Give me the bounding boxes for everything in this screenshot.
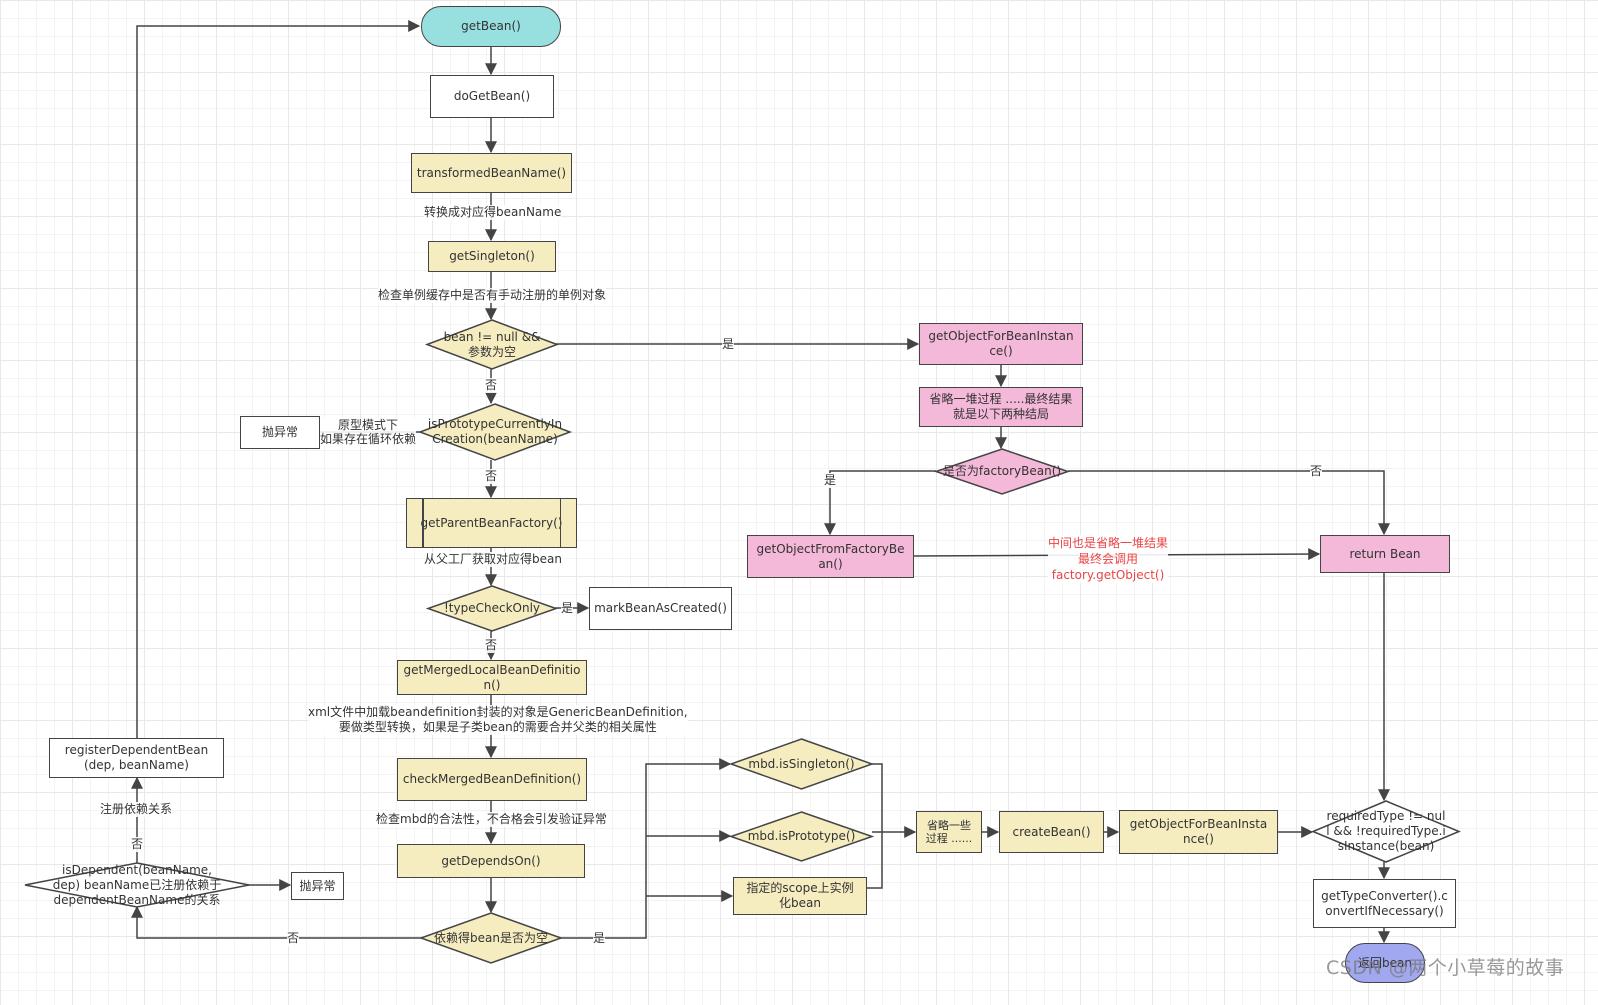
label-to-bean-name: 转换成对应得beanName	[424, 205, 562, 220]
node-label: getDependsOn()	[441, 853, 541, 868]
label-yes-1: 是	[722, 337, 735, 352]
decision-label: 依赖得bean是否为空	[434, 930, 548, 945]
label-line: 最终会调用	[1078, 552, 1139, 566]
process-throw-exception-1[interactable]: 抛异常	[240, 416, 320, 449]
label-check-singleton-cache: 检查单例缓存中是否有手动注册的单例对象	[378, 288, 607, 303]
process-registerdependentbean[interactable]: registerDependentBean(dep, beanName)	[49, 738, 224, 778]
label-prototype-cycle: 原型模式下 如果存在循环依赖	[320, 418, 417, 446]
label-factory-yes: 是	[824, 473, 837, 488]
edge-singleton-merge	[872, 763, 883, 832]
node-label: 省略一些过程 ......	[925, 819, 973, 845]
label-check-mbd: 检查mbd的合法性，不合格会引发验证异常	[376, 812, 607, 827]
node-label: getSingleton()	[449, 249, 535, 263]
process-getobjectfromfactorybean[interactable]: getObjectFromFactoryBean()	[747, 535, 914, 578]
process-return-bean[interactable]: return Bean	[1320, 535, 1450, 573]
label-line: factory.getObject()	[1051, 568, 1165, 582]
subprocess-getparentbeanfactory[interactable]: getParentBeanFactory()	[406, 498, 577, 548]
label-no-1: 否	[485, 378, 498, 393]
decision-label: mbd.isSingleton()	[748, 756, 855, 771]
node-label: 省略一堆过程 .....最终结果就是以下两种结局	[929, 392, 1073, 421]
decision-label: bean != null && 参数为空	[443, 329, 541, 359]
node-label: getMergedLocalBeanDefinition()	[403, 662, 581, 692]
label-line: 如果存在循环依赖	[320, 432, 417, 446]
edge-factory-no	[1068, 470, 1390, 536]
decision-label: 是否为factoryBean()	[942, 464, 1062, 478]
label-is-dependent-no: 否	[131, 837, 144, 852]
process-getmergedlocalbeandefinition[interactable]: getMergedLocalBeanDefinition()	[397, 660, 587, 695]
process-throw-exception-2[interactable]: 抛异常	[291, 872, 344, 900]
process-dogetbean[interactable]: doGetBean()	[430, 75, 554, 118]
process-omit-some[interactable]: 省略一些过程 ......	[916, 811, 982, 853]
decision-mbd-is-singleton[interactable]: mbd.isSingleton()	[728, 738, 875, 790]
edge-depends-no	[131, 905, 422, 939]
node-label: checkMergedBeanDefinition()	[402, 772, 582, 786]
decision-label: !typeCheckOnly	[443, 601, 541, 615]
decision-required-type[interactable]: requiredType != null && !requiredType.is…	[1311, 800, 1461, 863]
node-label: getObjectForBeanInstance()	[1129, 817, 1268, 846]
label-line: 中间也是省略一堆结果	[1048, 536, 1169, 550]
node-label: getTypeConverter().convertIfNecessary()	[1321, 888, 1448, 918]
process-transformedbeanname[interactable]: transformedBeanName()	[411, 153, 572, 193]
decision-label: requiredType != null && !requiredType.is…	[1326, 809, 1446, 853]
label-register-relation: 注册依赖关系	[100, 802, 173, 817]
process-getdependson[interactable]: getDependsOn()	[397, 844, 585, 878]
node-label: markBeanAsCreated()	[594, 601, 727, 615]
label-no-3: 否	[485, 638, 498, 653]
label-depends-no: 否	[287, 931, 300, 946]
process-checkmergedbeandefinition[interactable]: checkMergedBeanDefinition()	[397, 758, 587, 801]
label-line: xml文件中加载beandefinition封装的对象是GenericBeanD…	[308, 705, 688, 719]
node-label: return Bean	[1349, 546, 1421, 561]
node-label: createBean()	[1012, 824, 1091, 839]
node-label: getObjectForBeanInstance()	[928, 329, 1074, 358]
node-label: 抛异常	[261, 425, 298, 439]
process-omit-pile[interactable]: 省略一堆过程 .....最终结果就是以下两种结局	[919, 387, 1083, 427]
node-label: doGetBean()	[453, 89, 531, 103]
decision-is-factory-bean[interactable]: 是否为factoryBean()	[933, 448, 1071, 495]
process-gettypeconverter[interactable]: getTypeConverter().convertIfNecessary()	[1313, 879, 1456, 928]
process-createbean[interactable]: createBean()	[999, 811, 1104, 853]
label-depends-yes: 是	[593, 931, 606, 946]
edge-register-getbean	[136, 20, 421, 738]
process-scope-instantiate[interactable]: 指定的scope上实例化bean	[733, 877, 867, 915]
node-label: getParentBeanFactory()	[420, 515, 563, 530]
watermark: CSDN @两个小草莓的故事	[1326, 957, 1565, 979]
label-line: 原型模式下	[338, 418, 399, 432]
node-label: getBean()	[461, 19, 521, 33]
decision-depends-empty[interactable]: 依赖得bean是否为空	[418, 912, 564, 964]
process-markbeanascreated[interactable]: markBeanAsCreated()	[589, 587, 732, 630]
node-label: registerDependentBean(dep, beanName)	[64, 743, 209, 772]
label-no-2: 否	[485, 469, 498, 484]
node-label: getObjectFromFactoryBean()	[756, 541, 905, 571]
label-merged-note: xml文件中加载beandefinition封装的对象是GenericBeanD…	[308, 705, 688, 735]
process-getobjectforbeaninstance-top[interactable]: getObjectForBeanInstance()	[919, 323, 1083, 365]
decision-bean-not-null[interactable]: bean != null && 参数为空	[424, 319, 560, 370]
decision-mbd-is-prototype[interactable]: mbd.isPrototype()	[728, 811, 875, 862]
decision-label: isDependent(beanName, dep) beanName已注册依赖…	[52, 862, 222, 907]
decision-prototype-in-creation[interactable]: isPrototypeCurrentlyInCreation(beanName)	[417, 403, 573, 461]
label-line: 要做类型转换，如果是子类bean的需要合并父类的相关属性	[338, 720, 657, 734]
edge-factory-yes	[824, 470, 936, 536]
label-yes-2: 是	[561, 601, 574, 616]
process-getsingleton[interactable]: getSingleton()	[428, 241, 556, 272]
decision-label: isPrototypeCurrentlyInCreation(beanName)	[427, 417, 563, 446]
label-factory-no: 否	[1310, 464, 1323, 479]
label-factory-note: 中间也是省略一堆结果 最终会调用 factory.getObject()	[1048, 535, 1169, 583]
node-label: transformedBeanName()	[416, 165, 567, 180]
decision-label: mbd.isPrototype()	[747, 829, 856, 843]
start-node-getbean[interactable]: getBean()	[421, 6, 561, 47]
node-label: 指定的scope上实例化bean	[746, 881, 854, 910]
process-getobjectforbeaninstance-bottom[interactable]: getObjectForBeanInstance()	[1119, 810, 1278, 854]
decision-is-dependent[interactable]: isDependent(beanName, dep) beanName已注册依赖…	[24, 862, 250, 908]
label-get-from-parent: 从父工厂获取对应得bean	[424, 552, 562, 567]
node-label: 抛异常	[299, 878, 336, 893]
decision-type-check-only[interactable]: !typeCheckOnly	[425, 585, 559, 632]
